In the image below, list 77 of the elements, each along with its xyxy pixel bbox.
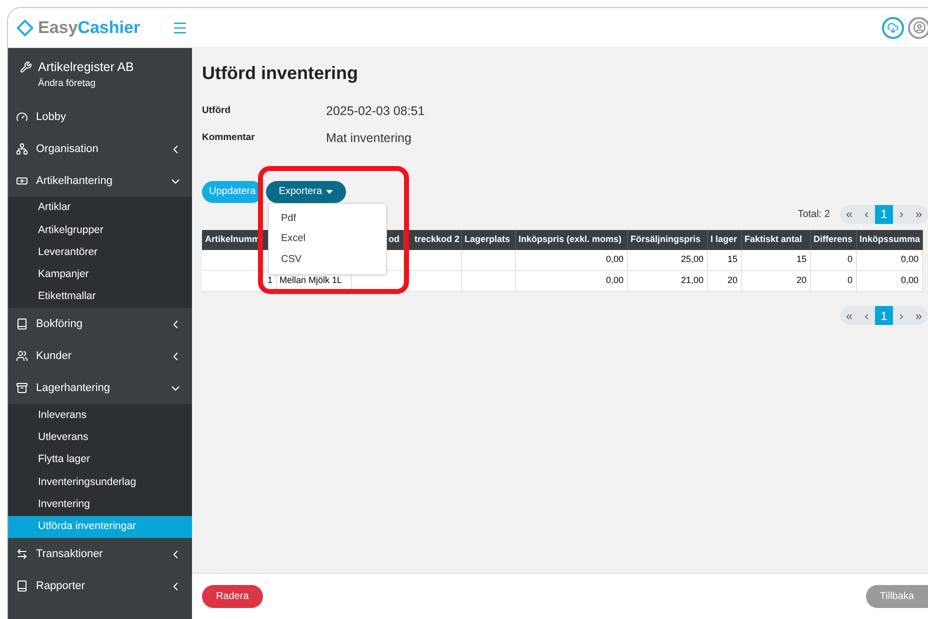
- column-header[interactable]: Försäljningspris: [630, 234, 701, 244]
- change-company-link[interactable]: Ändra företag: [38, 76, 192, 91]
- table-cell: 21,00: [680, 275, 704, 286]
- submenu-item[interactable]: Etikettmallar: [8, 286, 192, 308]
- table-cell: 0: [847, 275, 852, 286]
- table-cell: 0,00: [900, 254, 918, 264]
- table-cell: 0,00: [606, 275, 624, 286]
- total-count: Total: 2: [798, 208, 830, 222]
- submenu-item[interactable]: Utleverans: [8, 426, 192, 450]
- table-cell: Mellan Mjölk 1L: [280, 275, 342, 286]
- sidebar-item[interactable]: Rapporter: [8, 570, 192, 602]
- wrench-icon: [20, 61, 32, 74]
- logo-text: EasyCashier: [38, 16, 140, 39]
- table-cell: 0,00: [900, 275, 918, 286]
- field-label: Kommentar: [202, 131, 256, 145]
- submenu-item[interactable]: Leverantörer: [8, 242, 192, 264]
- gauge-icon: [16, 111, 28, 123]
- field-value: 2025-02-03 08:51: [326, 103, 425, 120]
- menu-item[interactable]: Excel: [269, 228, 386, 249]
- table-cell: 20: [796, 275, 806, 286]
- sidebar-item[interactable]: Artikelhantering: [8, 165, 192, 197]
- last-page-button[interactable]: »: [909, 204, 928, 224]
- sidebar-item[interactable]: Lobby: [8, 101, 192, 133]
- column-header[interactable]: Lagerplats: [464, 234, 510, 244]
- table-cell: 1: [267, 275, 272, 286]
- column-header[interactable]: I lager: [710, 234, 738, 244]
- sitemap-icon: [16, 143, 28, 155]
- column-header[interactable]: treckkod 2: [406, 232, 458, 246]
- first-page-button[interactable]: «: [840, 204, 859, 224]
- sidebar-item[interactable]: Lagerhantering: [8, 372, 192, 404]
- previous-page-button[interactable]: ‹: [858, 306, 875, 325]
- table-cell: 0: [847, 254, 852, 264]
- previous-page-button[interactable]: ‹: [858, 204, 875, 224]
- company-name: Artikelregister AB: [38, 59, 134, 76]
- submenu-item[interactable]: Inventering: [8, 494, 192, 516]
- logo-icon: [16, 18, 34, 36]
- next-page-button[interactable]: ›: [893, 204, 910, 224]
- table-cell: 15: [727, 254, 738, 264]
- column-header[interactable]: Faktiskt antal: [744, 234, 802, 244]
- user-icon[interactable]: [908, 16, 928, 38]
- sidebar-item[interactable]: Organisation: [8, 133, 192, 165]
- page-title: Utförd inventering: [202, 62, 359, 85]
- users-icon: [16, 350, 28, 362]
- cloud-download-icon[interactable]: [882, 16, 904, 38]
- submenu-item[interactable]: Flytta lager: [8, 449, 192, 472]
- export-button[interactable]: Exportera: [266, 180, 346, 202]
- menu-item[interactable]: CSV: [269, 249, 386, 270]
- archive-icon: [16, 382, 28, 394]
- next-page-button[interactable]: ›: [893, 306, 910, 325]
- banknote-icon: [16, 175, 28, 187]
- arrows-icon: [16, 548, 28, 560]
- field-label: Utförd: [202, 104, 232, 118]
- table-cell: 25,00: [680, 254, 704, 264]
- column-header[interactable]: Differens: [814, 234, 853, 244]
- column-header[interactable]: Artikelnumm: [205, 234, 260, 244]
- delete-button[interactable]: Radera: [202, 585, 263, 608]
- submenu-item[interactable]: Artikelgrupper: [8, 219, 192, 242]
- table-cell: 0,00: [606, 254, 624, 264]
- book-icon: [16, 580, 28, 592]
- column-header[interactable]: Inköpssumma: [860, 234, 920, 244]
- submenu-item[interactable]: Inventeringsunderlag: [8, 471, 192, 494]
- table-cell: 20: [727, 275, 738, 286]
- sidebar-item[interactable]: Kunder: [8, 340, 192, 372]
- submenu-item[interactable]: Kampanjer: [8, 264, 192, 286]
- sidebar-item[interactable]: Transaktioner: [8, 538, 192, 570]
- first-page-button[interactable]: «: [840, 306, 859, 325]
- field-value: Mat inventering: [326, 130, 412, 147]
- menu-item[interactable]: Pdf: [269, 208, 386, 228]
- column-header[interactable]: Inköpspris (exkl. moms): [518, 234, 622, 244]
- caret-icon: [326, 190, 334, 194]
- sidebar-item[interactable]: Bokföring: [8, 308, 192, 340]
- last-page-button[interactable]: »: [909, 306, 928, 325]
- submenu-item[interactable]: Artiklar: [8, 197, 192, 220]
- menu-icon[interactable]: [172, 20, 188, 36]
- submenu-item[interactable]: Inleverans: [8, 404, 192, 427]
- book-icon: [16, 318, 28, 330]
- table-cell: 15: [796, 254, 806, 264]
